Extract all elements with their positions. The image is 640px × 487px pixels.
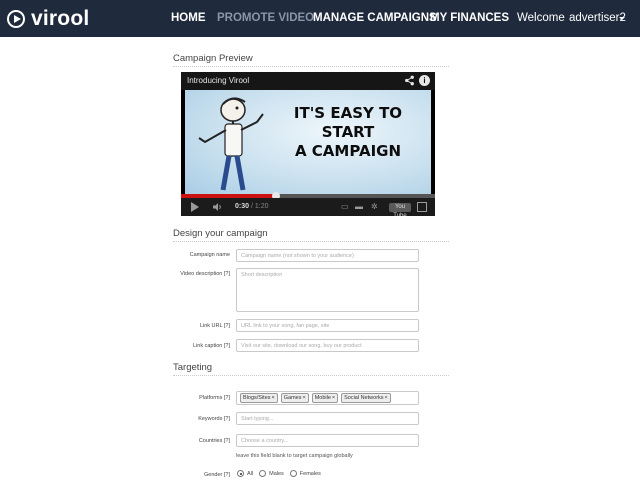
headline-line-1: IT'S EASY TO START [293, 104, 403, 141]
volume-icon[interactable] [213, 203, 223, 211]
video-time: 0:30 / 1:20 [235, 203, 268, 210]
cartoon-figure-icon [198, 97, 264, 191]
platform-tag[interactable]: Mobile× [311, 393, 339, 403]
settings-gear-icon[interactable]: ✲ [371, 202, 378, 211]
video-headline: IT'S EASY TO START A CAMPAIGN [271, 104, 425, 161]
video-description-label: Video description [?] [180, 271, 230, 277]
gender-females-label: Females [299, 470, 321, 477]
brand-logo[interactable]: virool [7, 7, 89, 31]
close-icon[interactable]: × [272, 395, 275, 401]
gender-males-radio[interactable] [259, 470, 267, 477]
divider [173, 375, 449, 376]
video-time-current: 0:30 [235, 203, 250, 210]
nav-manage-campaigns[interactable]: MANAGE CAMPAIGNS [313, 12, 437, 24]
platform-tag[interactable]: Blogs/Sites× [240, 393, 278, 403]
video-frame[interactable]: IT'S EASY TO START A CAMPAIGN [185, 90, 431, 194]
video-time-total: / 1:20 [250, 203, 269, 210]
targeting-heading: Targeting [173, 362, 213, 373]
gender-males-label: Males [269, 470, 284, 477]
platforms-label: Platforms [?] [199, 395, 230, 401]
video-description-input[interactable] [236, 268, 419, 312]
close-icon[interactable]: × [385, 395, 388, 401]
platform-tag[interactable]: Games× [280, 393, 309, 403]
design-campaign-heading: Design your campaign [173, 228, 268, 239]
gender-all-label: All [247, 470, 254, 477]
platform-tag-label: Games [283, 395, 302, 401]
link-caption-input[interactable] [236, 339, 419, 352]
captions-icon[interactable]: ▭ [341, 202, 349, 211]
keywords-input[interactable] [236, 412, 419, 425]
video-player[interactable]: Introducing Virool i IT'S EASY TO START … [181, 72, 435, 216]
countries-input[interactable] [236, 434, 419, 447]
annotations-icon[interactable]: ▬ [355, 202, 363, 211]
divider [173, 241, 449, 242]
keywords-label: Keywords [?] [198, 416, 230, 422]
close-icon[interactable]: × [302, 395, 305, 401]
gender-radio-group: All Males Females [237, 470, 321, 477]
link-url-input[interactable] [236, 319, 419, 332]
platform-tag-label: Mobile [314, 395, 331, 401]
platform-tag-label: Social Networks [344, 395, 384, 401]
user-menu[interactable]: advertiser2 [569, 12, 626, 24]
share-icon[interactable] [404, 75, 415, 86]
brand-name: virool [31, 7, 90, 30]
video-title[interactable]: Introducing Virool [187, 76, 249, 85]
campaign-name-input[interactable] [236, 249, 419, 262]
campaign-preview-heading: Campaign Preview [173, 53, 253, 64]
campaign-name-label: Campaign name [189, 252, 230, 258]
virool-logo-icon [7, 10, 25, 28]
chevron-down-icon[interactable] [619, 17, 625, 20]
platforms-input[interactable]: Blogs/Sites× Games× Mobile× Social Netwo… [236, 391, 419, 405]
info-icon[interactable]: i [419, 75, 430, 86]
top-navbar: virool HOME PROMOTE VIDEO MANAGE CAMPAIG… [0, 0, 640, 37]
countries-hint: leave this field blank to target campaig… [236, 453, 353, 459]
youtube-logo[interactable]: You Tube [389, 203, 411, 216]
link-caption-label: Link caption [?] [193, 343, 230, 349]
headline-line-2: A CAMPAIGN [294, 142, 402, 160]
video-title-bar: Introducing Virool i [181, 72, 435, 90]
countries-label: Countries [?] [198, 438, 230, 444]
nav-my-finances[interactable]: MY FINANCES [430, 12, 509, 24]
gender-all-radio[interactable] [237, 470, 244, 477]
platform-tag[interactable]: Social Networks× [341, 393, 391, 403]
welcome-text: Welcome [517, 12, 565, 24]
nav-promote-video[interactable]: PROMOTE VIDEO [217, 12, 314, 24]
video-controls: 0:30 / 1:20 ▭ ▬ ✲ You Tube [181, 198, 435, 216]
divider [173, 66, 449, 67]
play-icon[interactable] [191, 202, 199, 212]
gender-label: Gender [?] [204, 472, 230, 478]
gender-females-radio[interactable] [289, 470, 297, 477]
nav-home[interactable]: HOME [171, 12, 206, 24]
fullscreen-icon[interactable] [417, 202, 427, 212]
platform-tag-label: Blogs/Sites [243, 395, 271, 401]
link-url-label: Link URL [?] [199, 323, 230, 329]
close-icon[interactable]: × [332, 395, 335, 401]
